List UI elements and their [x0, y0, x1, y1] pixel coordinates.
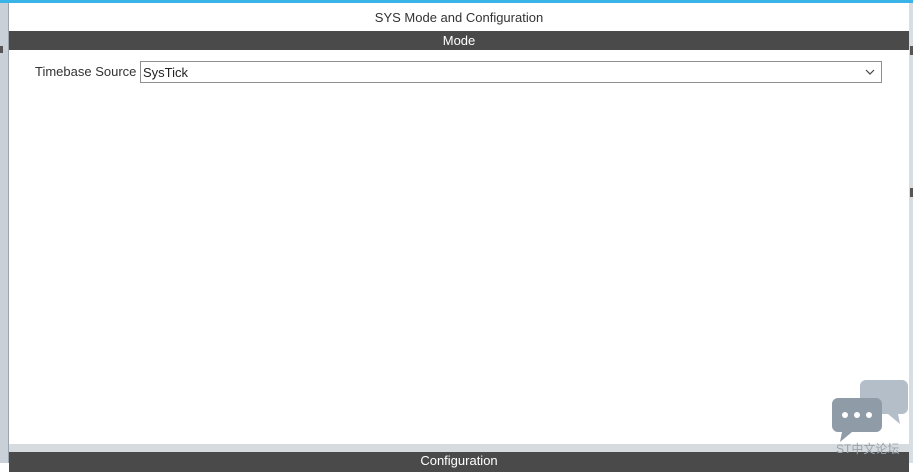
timebase-source-select[interactable]: SysTick — [140, 61, 882, 83]
timebase-source-value: SysTick — [143, 65, 189, 80]
section-divider[interactable] — [9, 444, 909, 452]
timebase-source-label: Timebase Source — [35, 64, 137, 79]
configuration-section-header[interactable]: Configuration — [9, 452, 909, 472]
chat-widget-caption[interactable]: ST中文论坛 — [836, 440, 899, 457]
panel-title: SYS Mode and Configuration — [9, 3, 909, 31]
chevron-down-icon[interactable] — [865, 67, 875, 77]
left-pane-border — [8, 3, 9, 463]
mode-section-header[interactable]: Mode — [9, 31, 909, 50]
mode-section-header-label: Mode — [442, 33, 476, 48]
panel-title-text: SYS Mode and Configuration — [374, 9, 544, 25]
configuration-section-header-label: Configuration — [420, 453, 498, 468]
left-splitter-handle[interactable] — [0, 46, 3, 53]
